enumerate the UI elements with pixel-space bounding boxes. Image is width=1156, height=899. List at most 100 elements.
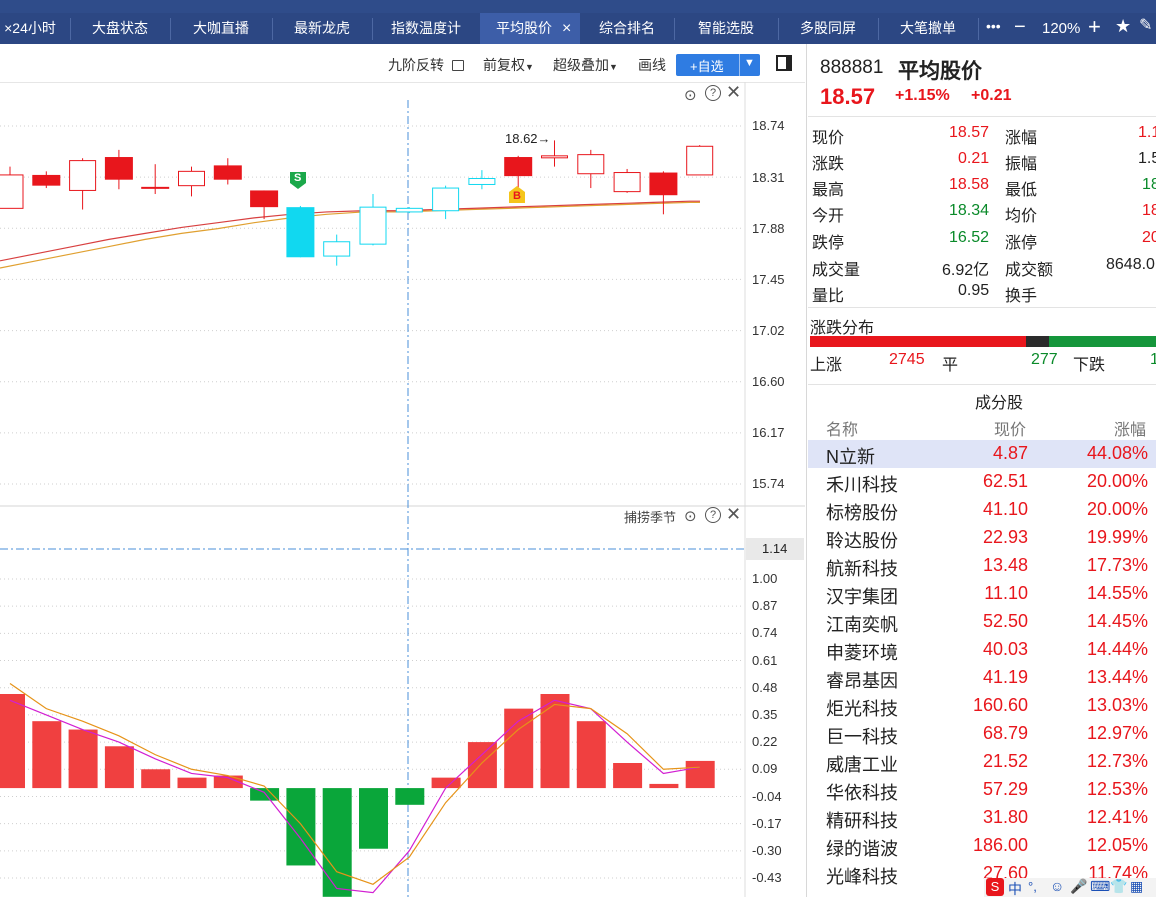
col-header-price[interactable]: 现价 <box>994 416 1026 440</box>
up-count: 2745 <box>889 351 925 368</box>
indicator-bar <box>104 746 134 789</box>
component-row[interactable]: N立新 4.87 44.08% <box>808 440 1156 468</box>
component-row[interactable]: 聆达股份 22.93 19.99% <box>808 524 1156 552</box>
field-label: 今开 <box>812 208 845 225</box>
max-price-marker: 18.62→ <box>505 131 551 146</box>
component-name: 申菱环境 <box>826 643 898 663</box>
price-tick: 17.02 <box>752 323 785 338</box>
down-label: 下跌 <box>1073 357 1106 374</box>
component-row[interactable]: 睿昂基因 41.19 13.44% <box>808 664 1156 692</box>
indicator-settings-icon[interactable]: ⊙ <box>684 507 697 525</box>
tab-large-cancel[interactable]: 大笔撤单 <box>878 13 978 44</box>
tab-smart-picker[interactable]: 智能选股 <box>674 13 778 44</box>
tab-24h[interactable]: ×24小时 <box>0 13 60 44</box>
component-name: 华依科技 <box>826 783 898 803</box>
component-row[interactable]: 精研科技 31.80 12.41% <box>808 804 1156 832</box>
component-pct: 13.03% <box>1086 695 1148 715</box>
indicator-tick: 0.35 <box>752 707 778 722</box>
component-row[interactable]: 申菱环境 40.03 14.44% <box>808 636 1156 664</box>
component-row[interactable]: 江南奕帆 52.50 14.45% <box>808 608 1156 636</box>
candle-body <box>32 174 61 186</box>
tab-label: 多股同屏 <box>800 20 856 36</box>
tab-market-status[interactable]: 大盘状态 <box>70 13 170 44</box>
component-name: 聆达股份 <box>826 531 898 551</box>
candle-body <box>649 172 678 196</box>
component-price: 11.10 <box>984 583 1028 603</box>
component-pct: 20.00% <box>1086 499 1148 519</box>
component-row[interactable]: 禾川科技 62.51 20.00% <box>808 468 1156 496</box>
toolbox-icon[interactable]: ▦ <box>1130 878 1143 895</box>
divider <box>808 116 1156 117</box>
component-row[interactable]: 标榜股份 41.10 20.00% <box>808 496 1156 524</box>
draw-line-button[interactable]: 画线 <box>638 56 666 74</box>
components-title: 成分股 <box>975 395 1024 412</box>
zoom-out-button[interactable]: − <box>1014 16 1026 39</box>
change-percent: +1.15% <box>895 87 950 104</box>
component-price: 68.79 <box>982 723 1028 743</box>
caret-down-icon: ▼ <box>525 62 534 72</box>
mic-icon[interactable]: 🎤 <box>1070 878 1087 895</box>
component-name: 标榜股份 <box>826 503 898 523</box>
fq-dropdown[interactable]: 前复权▼ <box>483 56 534 76</box>
tab-index-thermometer[interactable]: 指数温度计 <box>372 13 480 44</box>
indicator-bar <box>649 783 679 789</box>
close-icon[interactable]: ✕ <box>726 82 741 103</box>
component-row[interactable]: 巨一科技 68.79 12.97% <box>808 720 1156 748</box>
indicator-bar <box>467 742 497 789</box>
tab-dragon-tiger[interactable]: 最新龙虎 <box>272 13 372 44</box>
zoom-in-button[interactable]: + <box>1088 14 1101 40</box>
component-price: 22.93 <box>982 527 1028 547</box>
component-row[interactable]: 航新科技 13.48 17.73% <box>808 552 1156 580</box>
tab-label: 大笔撤单 <box>900 20 956 36</box>
component-pct: 12.41% <box>1086 807 1148 827</box>
component-pct: 14.44% <box>1086 639 1148 659</box>
candle-body <box>577 154 605 175</box>
field-value: 20 <box>1142 229 1156 246</box>
emoji-icon[interactable]: ☺ <box>1050 878 1064 894</box>
caret-down-icon[interactable]: ▼ <box>744 57 755 69</box>
ime-logo-icon[interactable]: S <box>986 878 1004 896</box>
component-pct: 12.73% <box>1086 751 1148 771</box>
field-value: 18 <box>1142 202 1156 219</box>
add-watchlist-button[interactable]: +自选 ▼ <box>676 54 760 76</box>
tab-multi-stock[interactable]: 多股同屏 <box>778 13 878 44</box>
tab-composite-rank[interactable]: 综合排名 <box>580 13 674 44</box>
settings-icon[interactable]: ⊙ <box>684 86 697 104</box>
component-row[interactable]: 炬光科技 160.60 13.03% <box>808 692 1156 720</box>
component-name: 巨一科技 <box>826 727 898 747</box>
component-row[interactable]: 威唐工业 21.52 12.73% <box>808 748 1156 776</box>
ime-punct[interactable]: °, <box>1028 879 1037 894</box>
component-row[interactable]: 绿的谐波 186.00 12.05% <box>808 832 1156 860</box>
up-bar <box>810 336 1026 347</box>
panel-toggle-icon[interactable] <box>776 55 792 71</box>
help-icon[interactable]: ? <box>705 85 721 101</box>
pencil-icon[interactable]: ✎ <box>1139 15 1152 35</box>
candle-body <box>286 207 315 258</box>
candle-body <box>0 174 24 209</box>
component-row[interactable]: 汉宇集团 11.10 14.55% <box>808 580 1156 608</box>
star-icon[interactable]: ★ <box>1115 16 1131 37</box>
component-price: 52.50 <box>982 611 1028 631</box>
kline-chart[interactable] <box>0 82 805 897</box>
component-row[interactable]: 华依科技 57.29 12.53% <box>808 776 1156 804</box>
nine-turn-button[interactable]: 九阶反转 <box>388 56 464 74</box>
tab-label: 大咖直播 <box>193 20 249 36</box>
field-label: 涨跌 <box>812 156 845 173</box>
col-header-name[interactable]: 名称 <box>826 416 858 440</box>
keyboard-icon[interactable]: ⌨ <box>1090 878 1110 895</box>
indicator-help-icon[interactable]: ? <box>705 507 721 523</box>
candle-body <box>69 160 97 191</box>
tab-close-icon[interactable]: × <box>562 13 571 44</box>
caret-down-icon: ▼ <box>609 62 618 72</box>
skin-icon[interactable]: 👕 <box>1110 878 1127 895</box>
more-tabs-icon[interactable]: ••• <box>986 18 1001 34</box>
indicator-bar <box>177 777 207 789</box>
indicator-tick: 1.00 <box>752 571 778 586</box>
col-header-pct[interactable]: 涨幅 <box>1114 416 1146 440</box>
overlay-dropdown[interactable]: 超级叠加▼ <box>553 56 618 76</box>
tab-average-price[interactable]: 平均股价 × <box>480 13 580 44</box>
tab-live[interactable]: 大咖直播 <box>170 13 272 44</box>
component-pct: 12.05% <box>1086 835 1148 855</box>
indicator-close-icon[interactable]: ✕ <box>726 504 741 525</box>
ime-mode[interactable]: 中 <box>1008 879 1022 899</box>
